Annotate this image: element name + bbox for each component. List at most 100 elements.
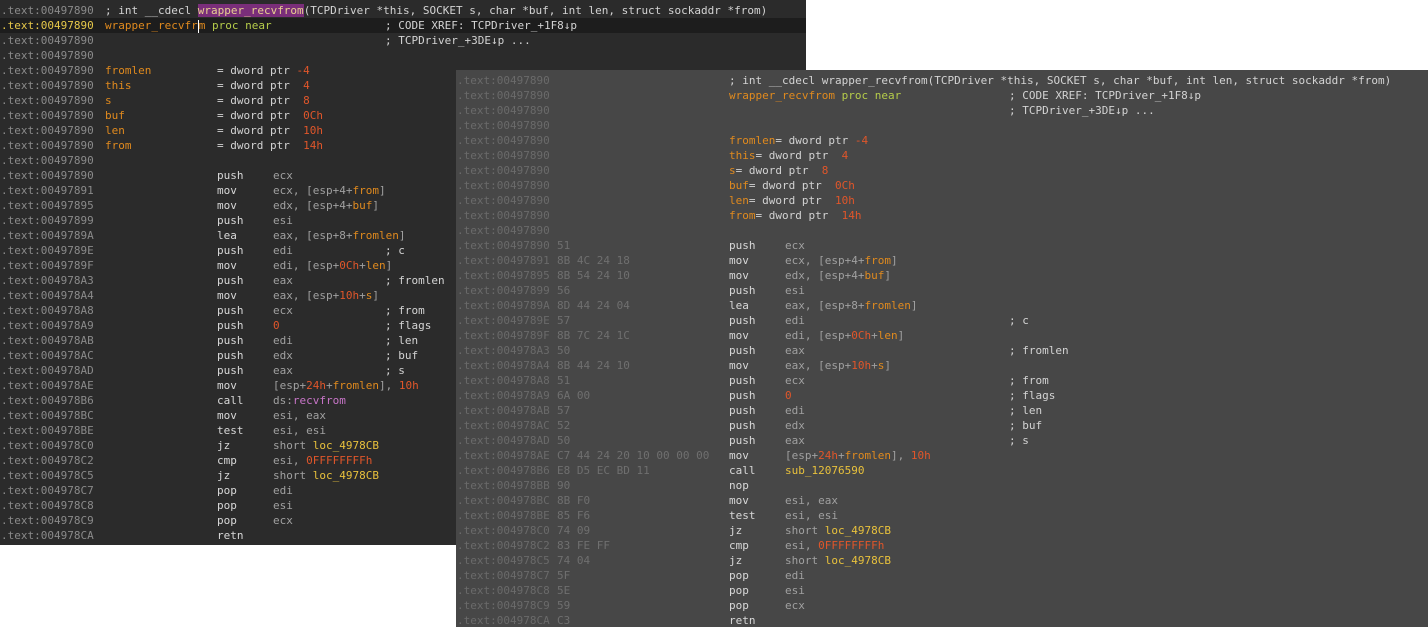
- proc-name-part-2[interactable]: m: [199, 19, 206, 32]
- address[interactable]: .text:004978AE: [457, 448, 550, 463]
- disassembly-view-patched[interactable]: .text:00497890 ; int __cdecl wrapper_recv…: [456, 70, 1428, 627]
- address[interactable]: .text:0049789F: [457, 328, 550, 343]
- mnemonic[interactable]: pop: [729, 583, 749, 598]
- mnemonic[interactable]: cmp: [729, 538, 749, 553]
- operands[interactable]: esi, esi: [273, 423, 326, 438]
- address[interactable]: .text:004978C2: [1, 453, 94, 468]
- stack-var-name[interactable]: from: [105, 138, 132, 153]
- mnemonic[interactable]: push: [217, 243, 244, 258]
- operand-loc[interactable]: loc_4978CB: [825, 524, 891, 537]
- address[interactable]: .text:004978C5: [1, 468, 94, 483]
- mnemonic[interactable]: pop: [729, 568, 749, 583]
- mnemonic[interactable]: jz: [217, 468, 230, 483]
- stack-var-name[interactable]: buf: [729, 179, 749, 192]
- operand-loc[interactable]: loc_4978CB: [313, 469, 379, 482]
- address[interactable]: .text:004978A4: [457, 358, 550, 373]
- address[interactable]: .text:004978A4: [1, 288, 94, 303]
- listing-line[interactable]: .text:004978BC 8B F0 mov esi, eax: [456, 493, 1428, 508]
- address[interactable]: .text:00497899: [457, 283, 550, 298]
- address[interactable]: .text:004978AD: [457, 433, 550, 448]
- address[interactable]: .text:004978C9: [1, 513, 94, 528]
- listing-line[interactable]: .text:00497890 buf= dword ptr 0Ch: [456, 178, 1428, 193]
- address[interactable]: .text:00497890: [1, 168, 94, 183]
- listing-line[interactable]: .text:00497890 ; TCPDriver_+3DE↓p ...: [456, 103, 1428, 118]
- address[interactable]: .text:004978AE: [1, 378, 94, 393]
- address[interactable]: .text:004978CA: [1, 528, 94, 543]
- operands[interactable]: ecx: [785, 373, 805, 388]
- operands[interactable]: edx, [esp+4+buf]: [785, 268, 891, 283]
- listing-line[interactable]: .text:00497890 ; TCPDriver_+3DE↓p ...: [0, 33, 806, 48]
- address[interactable]: .text:00497890: [457, 103, 550, 118]
- address[interactable]: .text:004978A3: [1, 273, 94, 288]
- address[interactable]: .text:004978BE: [1, 423, 94, 438]
- operands[interactable]: edi: [273, 483, 293, 498]
- address[interactable]: .text:0049789E: [1, 243, 94, 258]
- operand-sym[interactable]: len: [366, 259, 386, 272]
- address[interactable]: .text:00497890: [1, 63, 94, 78]
- listing-line[interactable]: .text:004978BE 85 F6 test esi, esi: [456, 508, 1428, 523]
- mnemonic[interactable]: pop: [217, 483, 237, 498]
- stack-var-name[interactable]: len: [105, 123, 125, 138]
- operand-imp[interactable]: recvfrom: [293, 394, 346, 407]
- listing-line[interactable]: .text:00497890: [0, 48, 806, 63]
- operands[interactable]: ecx: [273, 513, 293, 528]
- operands[interactable]: edx: [273, 348, 293, 363]
- address[interactable]: .text:004978AC: [457, 418, 550, 433]
- operands[interactable]: edi: [273, 333, 293, 348]
- address[interactable]: .text:004978AB: [1, 333, 94, 348]
- stack-var-name[interactable]: len: [729, 194, 749, 207]
- operands[interactable]: esi, eax: [785, 493, 838, 508]
- mnemonic[interactable]: pop: [729, 598, 749, 613]
- listing-line[interactable]: .text:004978B6 E8 D5 EC BD 11 call sub_1207…: [456, 463, 1428, 478]
- listing-line[interactable]: .text:004978AD 50 push eax ; s: [456, 433, 1428, 448]
- mnemonic[interactable]: push: [729, 343, 756, 358]
- operand-sym[interactable]: fromlen: [845, 449, 891, 462]
- address[interactable]: .text:00497890: [457, 223, 550, 238]
- address[interactable]: .text:004978BE: [457, 508, 550, 523]
- mnemonic[interactable]: mov: [217, 378, 237, 393]
- operands[interactable]: edi: [785, 403, 805, 418]
- address[interactable]: .text:004978B6: [457, 463, 550, 478]
- operands[interactable]: ds:recvfrom: [273, 393, 346, 408]
- stack-var[interactable]: s= dword ptr 8: [729, 163, 828, 178]
- mnemonic[interactable]: push: [217, 348, 244, 363]
- mnemonic[interactable]: cmp: [217, 453, 237, 468]
- proc-name[interactable]: wrapper_recvfrom: [729, 89, 835, 102]
- mnemonic[interactable]: pop: [217, 498, 237, 513]
- mnemonic[interactable]: call: [217, 393, 244, 408]
- operands[interactable]: sub_12076590: [785, 463, 864, 478]
- mnemonic[interactable]: push: [729, 238, 756, 253]
- address[interactable]: .text:004978C0: [457, 523, 550, 538]
- operands[interactable]: edx, [esp+4+buf]: [273, 198, 379, 213]
- listing-line[interactable]: .text:00497895 8B 54 24 10 mov edx, [esp+4+…: [456, 268, 1428, 283]
- listing-line[interactable]: .text:004978A8 51 push ecx ; from: [456, 373, 1428, 388]
- address[interactable]: .text:0049789A: [1, 228, 94, 243]
- operands[interactable]: edi, [esp+0Ch+len]: [785, 328, 904, 343]
- listing-line[interactable]: .text:00497890 ; int __cdecl wrapper_recv…: [456, 73, 1428, 88]
- operands[interactable]: eax: [273, 363, 293, 378]
- operands[interactable]: esi: [785, 583, 805, 598]
- stack-var-name[interactable]: s: [105, 93, 112, 108]
- operand-sym[interactable]: buf: [864, 269, 884, 282]
- operands[interactable]: ecx: [785, 598, 805, 613]
- stack-var-name[interactable]: fromlen: [729, 134, 775, 147]
- address[interactable]: .text:00497890: [457, 73, 550, 88]
- operand-sym[interactable]: fromlen: [352, 229, 398, 242]
- operands[interactable]: edi: [785, 568, 805, 583]
- listing-line[interactable]: .text:00497890 wrapper_recvfrom proc near…: [456, 88, 1428, 103]
- mnemonic[interactable]: mov: [729, 448, 749, 463]
- address[interactable]: .text:00497890: [457, 148, 550, 163]
- operand-sym[interactable]: from: [352, 184, 379, 197]
- address[interactable]: .text:00497890: [457, 208, 550, 223]
- mnemonic[interactable]: push: [217, 273, 244, 288]
- mnemonic[interactable]: push: [217, 303, 244, 318]
- address[interactable]: .text:00497890: [457, 118, 550, 133]
- operands[interactable]: eax, [esp+8+fromlen]: [785, 298, 917, 313]
- operands[interactable]: esi: [785, 283, 805, 298]
- address[interactable]: .text:004978C8: [457, 583, 550, 598]
- stack-var-name[interactable]: this: [105, 78, 132, 93]
- operands[interactable]: edi, [esp+0Ch+len]: [273, 258, 392, 273]
- address[interactable]: .text:004978A9: [1, 318, 94, 333]
- proc-name-part-1[interactable]: wrapper_recvfr: [105, 19, 198, 32]
- listing-line[interactable]: .text:00497890: [456, 118, 1428, 133]
